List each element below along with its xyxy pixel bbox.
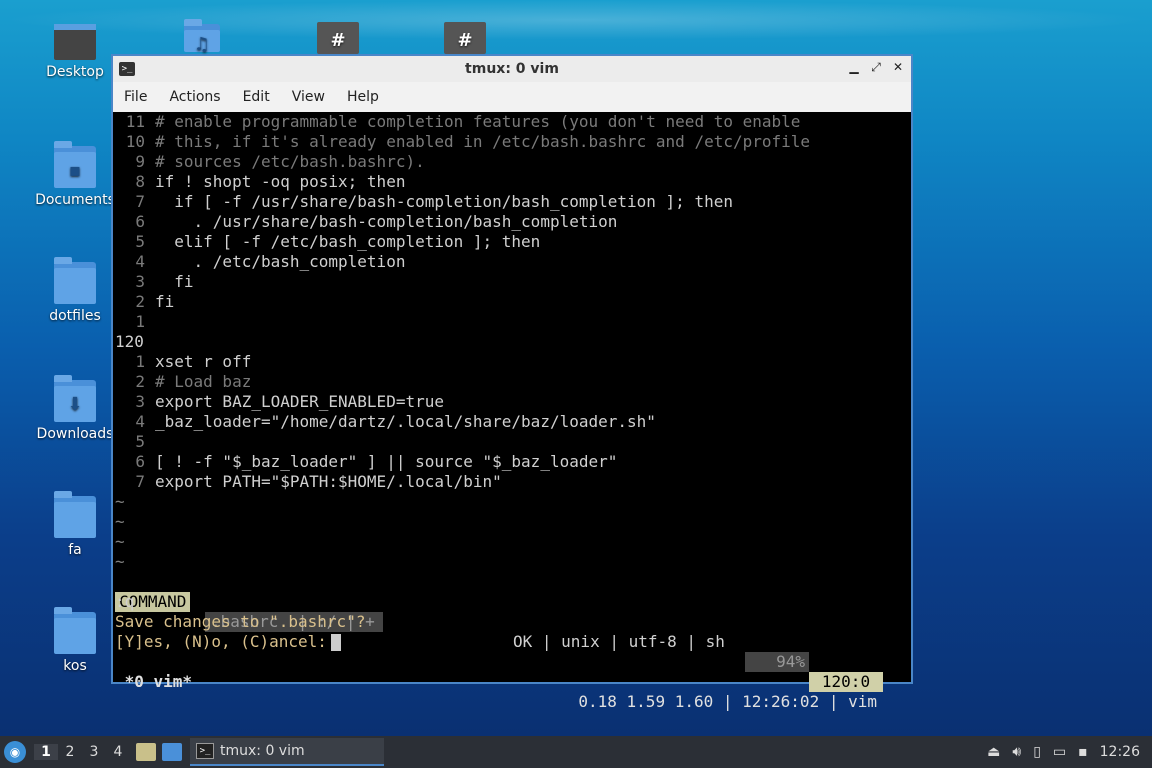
empty-line-marker: ~ bbox=[115, 552, 125, 571]
desktop-icon-label: dotfiles bbox=[49, 308, 101, 324]
code-line: 3 export BAZ_LOADER_ENABLED=true bbox=[135, 392, 444, 411]
maximize-icon[interactable]: ⤢ bbox=[869, 60, 883, 75]
save-prompt: Save changes to ".bashrc"? bbox=[115, 612, 366, 631]
show-desktop-icon[interactable] bbox=[162, 743, 182, 761]
spreadsheet-file-icon: # bbox=[444, 22, 486, 54]
code-line: 2 # Load baz bbox=[135, 372, 252, 391]
workspace-1[interactable]: 1 bbox=[34, 744, 58, 760]
code-line: 5 bbox=[135, 432, 145, 451]
tmux-statusbar: *0 vim* 0.18 1.59 1.60 | 12:26:02 | vim bbox=[115, 652, 885, 711]
text-cursor bbox=[330, 634, 341, 651]
downloads-folder-icon: ⬇ bbox=[54, 375, 96, 422]
code-line: 6[ ! -f "$_baz_loader" ] || source "$_ba… bbox=[135, 452, 618, 471]
terminal-area[interactable]: 11 # enable programmable completion featu… bbox=[113, 112, 911, 711]
code-line: 6 . /usr/share/bash-completion/bash_comp… bbox=[135, 212, 618, 231]
code-line-current: 120 bbox=[115, 332, 144, 351]
code-line: 2 fi bbox=[135, 292, 175, 311]
menu-view[interactable]: View bbox=[281, 89, 336, 105]
desktop-icon-fa[interactable]: fa bbox=[35, 491, 115, 558]
code-line: 5 elif [ -f /etc/bash_completion ]; then bbox=[135, 232, 541, 251]
tmux-window-name[interactable]: *0 vim* bbox=[115, 672, 192, 692]
code-line: 9 # sources /etc/bash.bashrc). bbox=[135, 152, 425, 171]
monitor-icon bbox=[54, 24, 96, 60]
empty-line-marker: ~ bbox=[115, 512, 125, 531]
menubar: File Actions Edit View Help bbox=[113, 82, 911, 113]
menu-help[interactable]: Help bbox=[336, 89, 390, 105]
clock[interactable]: 12:26 bbox=[1100, 744, 1140, 760]
tmux-status-right: 0.18 1.59 1.60 | 12:26:02 | vim bbox=[578, 692, 877, 711]
desktop-icon-desktop[interactable]: Desktop bbox=[35, 24, 115, 80]
notification-icon[interactable]: ▪ bbox=[1078, 744, 1088, 760]
volume-icon[interactable]: 🔊︎ bbox=[1012, 744, 1021, 760]
network-icon[interactable]: ▭ bbox=[1053, 744, 1066, 760]
menu-file[interactable]: File bbox=[113, 89, 158, 105]
code-line: 10 # this, if it's already enabled in /et… bbox=[125, 132, 811, 151]
minimize-icon[interactable]: ▁ bbox=[847, 60, 861, 75]
desktop-icon-file2[interactable]: # bbox=[425, 22, 505, 58]
taskbar-task-tmux[interactable]: >_ tmux: 0 vim bbox=[190, 738, 384, 766]
desktop-icon-documents[interactable]: ▪ Documents bbox=[35, 141, 115, 208]
desktop-icon-music[interactable]: ♫ bbox=[162, 19, 242, 56]
workspace-4[interactable]: 4 bbox=[106, 744, 130, 760]
tray-up-arrow-icon[interactable]: ⏏ bbox=[987, 744, 1000, 760]
desktop-icon-kos[interactable]: kos bbox=[35, 607, 115, 674]
code-line: 1 bbox=[135, 312, 145, 331]
desktop-icon-label: Desktop bbox=[46, 64, 104, 80]
desktop-icon-label: kos bbox=[63, 658, 87, 674]
save-options[interactable]: [Y]es, (N)o, (C)ancel: bbox=[115, 632, 341, 652]
vim-statusline: COMMAND .bashrc | :/ | + OK | unix | utf… bbox=[115, 572, 885, 692]
terminal-icon: >_ bbox=[196, 743, 214, 759]
menu-edit[interactable]: Edit bbox=[232, 89, 281, 105]
code-line: 4 . /etc/bash_completion bbox=[135, 252, 406, 271]
folder-icon bbox=[54, 257, 96, 304]
desktop-icon-file1[interactable]: # bbox=[298, 22, 378, 58]
code-line: 7 export PATH="$PATH:$HOME/.local/bin" bbox=[135, 472, 502, 491]
file-info: OK | unix | utf-8 | sh bbox=[513, 632, 725, 651]
desktop-icon-dotfiles[interactable]: dotfiles bbox=[35, 257, 115, 324]
folder-icon bbox=[54, 607, 96, 654]
system-tray: ⏏ 🔊︎ ▯ ▭ ▪ 12:26 bbox=[987, 736, 1152, 768]
empty-line-marker: ~ bbox=[115, 532, 125, 551]
code-line: 7 if [ -f /usr/share/bash-completion/bas… bbox=[135, 192, 733, 211]
taskbar: ◉ 1 2 3 4 >_ tmux: 0 vim ⏏ 🔊︎ ▯ ▭ ▪ 12:2… bbox=[0, 736, 1152, 768]
desktop-icon-label: Downloads bbox=[36, 426, 114, 442]
command-line: :q bbox=[115, 592, 135, 611]
spreadsheet-file-icon: # bbox=[317, 22, 359, 54]
workspace-3[interactable]: 3 bbox=[82, 744, 106, 760]
window-title: tmux: 0 vim bbox=[465, 61, 559, 77]
cursor-position: 120:0 bbox=[809, 672, 883, 692]
music-folder-icon: ♫ bbox=[184, 19, 220, 55]
folder-icon bbox=[54, 491, 96, 538]
code-line: 1 xset r off bbox=[135, 352, 252, 371]
app-menu-icon[interactable]: ◉ bbox=[4, 741, 26, 763]
empty-line-marker: ~ bbox=[115, 492, 125, 511]
desktop-icon-label: Documents bbox=[35, 192, 115, 208]
desktop-icon-label: fa bbox=[68, 542, 82, 558]
file-manager-launcher-icon[interactable] bbox=[136, 743, 156, 761]
task-label: tmux: 0 vim bbox=[220, 743, 305, 759]
code-line: 11 # enable programmable completion featu… bbox=[125, 112, 801, 131]
window-titlebar[interactable]: >_ tmux: 0 vim ▁ ⤢ ✕ bbox=[113, 56, 911, 82]
desktop-icon-downloads[interactable]: ⬇ Downloads bbox=[35, 375, 115, 442]
workspace-2[interactable]: 2 bbox=[58, 744, 82, 760]
clipboard-icon[interactable]: ▯ bbox=[1033, 744, 1041, 760]
documents-folder-icon: ▪ bbox=[54, 141, 96, 188]
code-line: 4 _baz_loader="/home/dartz/.local/share/b… bbox=[135, 412, 656, 431]
code-line: 8 if ! shopt -oq posix; then bbox=[135, 172, 406, 191]
save-options-text: [Y]es, (N)o, (C)ancel: bbox=[115, 632, 327, 651]
terminal-window[interactable]: >_ tmux: 0 vim ▁ ⤢ ✕ File Actions Edit V… bbox=[111, 54, 913, 711]
close-icon[interactable]: ✕ bbox=[891, 60, 905, 75]
code-line: 3 fi bbox=[135, 272, 194, 291]
menu-actions[interactable]: Actions bbox=[158, 89, 231, 105]
